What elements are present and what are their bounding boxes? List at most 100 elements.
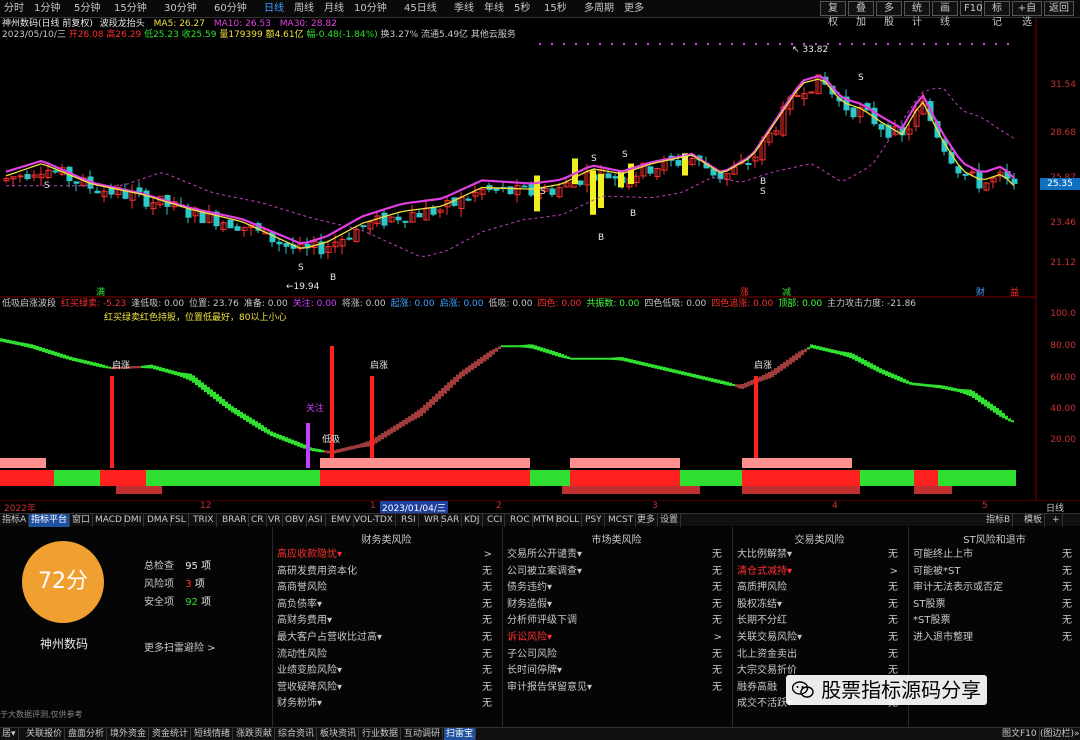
bottom-tab[interactable]: 关联报价: [24, 728, 66, 740]
indicator-tab[interactable]: BOLL: [554, 514, 583, 527]
risk-row[interactable]: 进入退市整理 无: [909, 630, 1080, 646]
toolbar-button[interactable]: +自选: [1012, 1, 1042, 28]
period-tab[interactable]: 季线: [454, 2, 474, 16]
bottom-tab[interactable]: 涨跌贡献: [234, 728, 276, 740]
period-tab[interactable]: 15秒: [544, 2, 567, 16]
bottom-tab[interactable]: 盘面分析: [66, 728, 108, 740]
risk-row[interactable]: 长期不分红 无: [733, 613, 906, 629]
period-tab[interactable]: 多周期: [584, 2, 614, 16]
period-tab[interactable]: 年线: [484, 2, 504, 16]
risk-row[interactable]: 高研发费用资本化 无: [273, 564, 500, 580]
risk-row[interactable]: 财务粉饰▾ 无: [273, 696, 500, 712]
risk-row[interactable]: 审计无法表示或否定 无: [909, 580, 1080, 596]
risk-row[interactable]: 高质押风险 无: [733, 580, 906, 596]
toolbar-button[interactable]: F10: [960, 1, 982, 16]
risk-row[interactable]: 大比例解禁▾ 无: [733, 547, 906, 563]
indicator-tab[interactable]: 指标平台: [29, 514, 71, 527]
toolbar-button[interactable]: 标记: [984, 1, 1010, 28]
toolbar-button[interactable]: 复权: [820, 1, 846, 28]
period-tab[interactable]: 30分钟: [164, 2, 197, 16]
bottom-tab[interactable]: 板块资讯: [318, 728, 360, 740]
risk-row[interactable]: 流动性风险 无: [273, 647, 500, 663]
indicator-tab[interactable]: 指标A: [0, 514, 30, 527]
risk-row[interactable]: 高应收款隐忧▾ >: [273, 547, 500, 563]
indicator-tab[interactable]: MCST: [606, 514, 637, 527]
risk-row[interactable]: 长时间停牌▾ 无: [503, 663, 730, 679]
toolbar-button[interactable]: 画线: [932, 1, 958, 28]
more-risk-link[interactable]: 更多扫雷避险 >: [144, 639, 216, 654]
risk-row[interactable]: 诉讼风险▾ >: [503, 630, 730, 646]
period-tab[interactable]: 1分钟: [34, 2, 60, 16]
toolbar-button[interactable]: 叠加: [848, 1, 874, 28]
bottom-tab[interactable]: 居▾: [0, 728, 19, 740]
risk-row[interactable]: 审计报告保留意见▾ 无: [503, 680, 730, 696]
period-tab[interactable]: 更多: [624, 2, 644, 16]
period-tab[interactable]: 15分钟: [114, 2, 147, 16]
price-chart[interactable]: SSSS S SSSBBBB↖ 33.82←19.94满涨减财益: [0, 18, 1080, 298]
period-tab[interactable]: 60分钟: [214, 2, 247, 16]
risk-row[interactable]: ST股票 无: [909, 597, 1080, 613]
indicator-tab[interactable]: SAR: [439, 514, 463, 527]
bottom-tab[interactable]: 资金统计: [150, 728, 192, 740]
risk-row[interactable]: 可能终止上市 无: [909, 547, 1080, 563]
indicator-tab[interactable]: EMV: [329, 514, 354, 527]
indicator-tab-right[interactable]: 模板: [1022, 514, 1046, 527]
indicator-tab[interactable]: PSY: [583, 514, 605, 527]
period-tab[interactable]: 日线: [264, 2, 284, 16]
risk-row[interactable]: 最大客户占营收比过高▾ 无: [273, 630, 500, 646]
risk-row[interactable]: 分析师评级下调 无: [503, 613, 730, 629]
indicator-tab[interactable]: TRIX: [191, 514, 217, 527]
indicator-tab-right[interactable]: +: [1050, 514, 1063, 527]
bottom-right-tab[interactable]: 图文F10: [1000, 728, 1040, 740]
toolbar-button[interactable]: 统计: [904, 1, 930, 28]
period-tab[interactable]: 5秒: [514, 2, 530, 16]
risk-row[interactable]: 高商誉风险 无: [273, 580, 500, 596]
toolbar-button[interactable]: 返回: [1044, 1, 1074, 16]
period-tab[interactable]: 分时: [4, 2, 24, 16]
risk-row[interactable]: 财务造假▾ 无: [503, 597, 730, 613]
indicator-tab[interactable]: RSI: [399, 514, 419, 527]
toolbar-button[interactable]: 多股: [876, 1, 902, 28]
period-tab[interactable]: 45日线: [404, 2, 437, 16]
indicator-tab[interactable]: DMI: [122, 514, 145, 527]
indicator-tab[interactable]: ASI: [306, 514, 326, 527]
period-tab[interactable]: 5分钟: [74, 2, 100, 16]
risk-row[interactable]: 关联交易风险▾ 无: [733, 630, 906, 646]
indicator-tab[interactable]: DMA: [145, 514, 171, 527]
risk-row[interactable]: 债务违约▾ 无: [503, 580, 730, 596]
indicator-tab[interactable]: OBV: [283, 514, 308, 527]
risk-row[interactable]: 清仓式减持▾ >: [733, 564, 906, 580]
indicator-tab[interactable]: 窗口: [70, 514, 94, 527]
risk-row[interactable]: 高财务费用▾ 无: [273, 613, 500, 629]
indicator-chart[interactable]: 启涨 启涨 启涨关注低吸: [0, 298, 1080, 500]
risk-row[interactable]: 股权冻结▾ 无: [733, 597, 906, 613]
period-tab[interactable]: 月线: [324, 2, 344, 16]
indicator-name[interactable]: 波段龙抬头: [100, 19, 145, 29]
quote-sector[interactable]: 其他云服务: [471, 30, 516, 40]
indicator-tab[interactable]: CR: [249, 514, 267, 527]
score-circle[interactable]: 72分: [22, 541, 104, 623]
risk-row[interactable]: 高负债率▾ 无: [273, 597, 500, 613]
period-tab[interactable]: 周线: [294, 2, 314, 16]
risk-row[interactable]: 北上资金卖出 无: [733, 647, 906, 663]
bottom-tab[interactable]: 行业数据: [360, 728, 402, 740]
indicator-tab[interactable]: BRAR: [220, 514, 250, 527]
indicator-tab[interactable]: VR: [266, 514, 284, 527]
risk-row[interactable]: 营收疑降风险▾ 无: [273, 680, 500, 696]
indicator-tab[interactable]: KDJ: [462, 514, 483, 527]
risk-row[interactable]: 可能被*ST 无: [909, 564, 1080, 580]
bottom-tab[interactable]: 综合资讯: [276, 728, 318, 740]
risk-row[interactable]: 交易所公开谴责▾ 无: [503, 547, 730, 563]
risk-row[interactable]: 公司被立案调查▾ 无: [503, 564, 730, 580]
indicator-tab-right[interactable]: 指标B: [984, 514, 1014, 527]
indicator-tab[interactable]: VOL-TDX: [352, 514, 396, 527]
risk-row[interactable]: *ST股票 无: [909, 613, 1080, 629]
risk-row[interactable]: 子公司风险 无: [503, 647, 730, 663]
indicator-tab[interactable]: FSL: [168, 514, 189, 527]
bottom-right-tab[interactable]: (图边栏)»: [1038, 728, 1080, 740]
period-tab[interactable]: 10分钟: [354, 2, 387, 16]
bottom-tab[interactable]: 境外资金: [108, 728, 150, 740]
bottom-tab[interactable]: 短线情绪: [192, 728, 234, 740]
indicator-tab[interactable]: ROC: [508, 514, 533, 527]
indicator-tab[interactable]: 更多: [635, 514, 659, 527]
